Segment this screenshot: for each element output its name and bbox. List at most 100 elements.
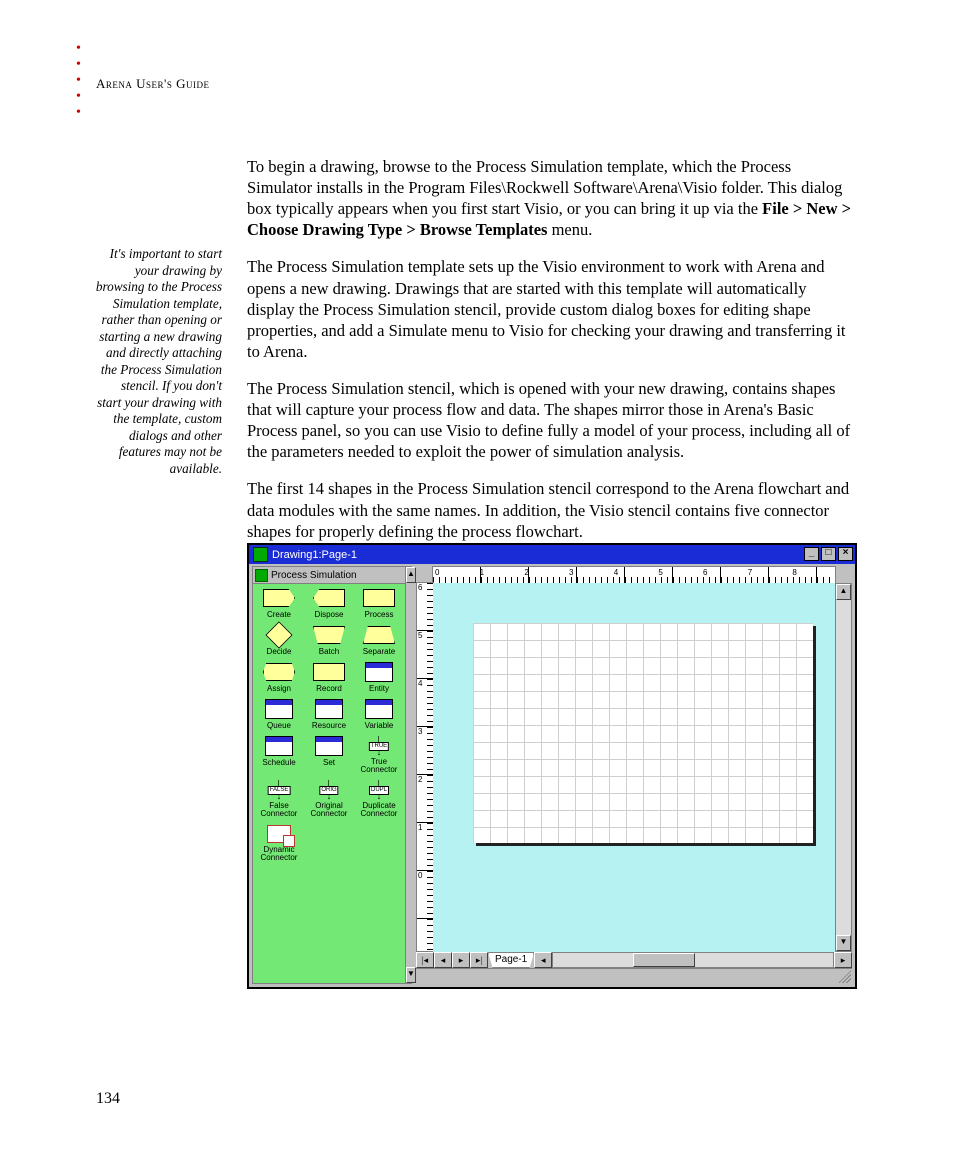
stencil-shape[interactable]: Process (354, 588, 404, 619)
horizontal-scrollbar[interactable] (552, 952, 834, 968)
scroll-up-button[interactable]: ▲ (836, 584, 851, 600)
stencil-scrollbar[interactable]: ▲ ▼ (405, 567, 416, 983)
ruler-tick-label: 2 (418, 775, 422, 823)
shape-label: DuplicateConnector (354, 802, 404, 818)
stencil-shape[interactable]: Dispose (304, 588, 354, 619)
shape-label: Batch (304, 647, 354, 656)
ruler-tick-label: 4 (612, 568, 657, 577)
shape-label: OriginalConnector (304, 802, 354, 818)
next-page-button[interactable]: ▸ (452, 952, 470, 968)
stencil-panel: Process Simulation CreateDisposeProcess D… (252, 566, 412, 984)
shape-label: Variable (354, 721, 404, 730)
shape-icon (263, 736, 295, 756)
stencil-shape[interactable]: Batch (304, 625, 354, 656)
margin-note: It's important to start your drawing by … (94, 246, 222, 477)
drawing-page[interactable] (473, 623, 813, 843)
shape-icon (263, 699, 295, 719)
shape-icon (363, 588, 395, 608)
prev-page-button[interactable]: ◂ (434, 952, 452, 968)
page-navigation-row: |◂ ◂ ▸ ▸| Page-1 ◂ ▸ (416, 952, 852, 968)
first-page-button[interactable]: |◂ (416, 952, 434, 968)
scroll-up-button[interactable]: ▲ (406, 567, 416, 583)
scroll-left-button[interactable]: ◂ (534, 952, 552, 968)
status-bar (416, 968, 852, 984)
stencil-shape[interactable]: Resource (304, 699, 354, 730)
shape-icon (313, 625, 345, 645)
shape-icon (363, 699, 395, 719)
shape-icon (263, 625, 295, 645)
window-title: Drawing1:Page-1 (272, 549, 357, 561)
ruler-tick-label: 4 (418, 679, 422, 727)
shape-icon: │ORIG↓ (313, 780, 345, 800)
stencil-shape[interactable]: Schedule (254, 736, 304, 774)
ruler-tick-label: 1 (478, 568, 523, 577)
shape-icon (263, 662, 295, 682)
stencil-shape[interactable]: │ORIG↓ OriginalConnector (304, 780, 354, 818)
shape-icon (313, 699, 345, 719)
shape-label: Separate (354, 647, 404, 656)
scroll-right-button[interactable]: ▸ (834, 952, 852, 968)
shape-label: Queue (254, 721, 304, 730)
running-head: Arena User's Guide (96, 76, 210, 92)
scroll-thumb[interactable] (633, 953, 695, 967)
maximize-button[interactable]: □ (821, 547, 836, 561)
stencil-shape[interactable]: DynamicConnector (254, 824, 304, 862)
stencil-shape[interactable]: Record (304, 662, 354, 693)
stencil-shape[interactable]: Assign (254, 662, 304, 693)
stencil-shape[interactable]: Separate (354, 625, 404, 656)
ruler-tick-label: 6 (701, 568, 746, 577)
window-client-area: Process Simulation CreateDisposeProcess D… (252, 566, 852, 984)
window-titlebar[interactable]: Drawing1:Page-1 _ □ × (249, 545, 855, 564)
shape-icon (263, 588, 295, 608)
stencil-title-text: Process Simulation (271, 570, 357, 581)
stencil-titlebar[interactable]: Process Simulation (253, 567, 405, 584)
shape-label: Schedule (254, 758, 304, 767)
vertical-scrollbar[interactable]: ▲ ▼ (835, 583, 852, 952)
shape-label: FalseConnector (254, 802, 304, 818)
drawing-area: 012345678 6543210 ▲ ▼ |◂ ◂ ▸ ▸| Page-1 ◂ (416, 566, 852, 984)
stencil-shape[interactable]: Queue (254, 699, 304, 730)
canvas-viewport[interactable] (433, 583, 836, 952)
shape-label: Create (254, 610, 304, 619)
shape-icon (313, 662, 345, 682)
close-button[interactable]: × (838, 547, 853, 561)
stencil-shape[interactable]: Variable (354, 699, 404, 730)
body-text: To begin a drawing, browse to the Proces… (247, 156, 857, 558)
last-page-button[interactable]: ▸| (470, 952, 488, 968)
scroll-down-button[interactable]: ▼ (406, 967, 416, 983)
paragraph-2: The Process Simulation template sets up … (247, 256, 857, 362)
ruler-tick-label: 3 (418, 727, 422, 775)
shape-icon (363, 662, 395, 682)
shape-label: Record (304, 684, 354, 693)
shape-label: Dispose (304, 610, 354, 619)
horizontal-ruler[interactable]: 012345678 (432, 566, 836, 584)
resize-grip-icon[interactable] (838, 970, 851, 983)
stencil-body: CreateDisposeProcess DecideBatchSeparate A… (253, 584, 405, 983)
minimize-button[interactable]: _ (804, 547, 819, 561)
stencil-shape[interactable]: │TRUE↓TrueConnector (354, 736, 404, 774)
shape-icon: │TRUE↓ (363, 736, 395, 756)
scroll-down-button[interactable]: ▼ (836, 935, 851, 951)
p1-text-c: menu. (547, 220, 592, 239)
shape-icon: │FALSE↓ (263, 780, 295, 800)
ruler-tick-label: 2 (522, 568, 567, 577)
page-tab[interactable]: Page-1 (488, 952, 534, 968)
ruler-tick-label: 5 (418, 631, 422, 679)
p1-text-a: To begin a drawing, browse to the Proces… (247, 157, 842, 218)
ruler-tick-label: 0 (418, 871, 422, 919)
stencil-shape[interactable]: Entity (354, 662, 404, 693)
margin-bullets: ••••• (76, 42, 81, 122)
stencil-shape[interactable]: │DUPL↓DuplicateConnector (354, 780, 404, 818)
vertical-ruler[interactable]: 6543210 (416, 582, 434, 952)
ruler-tick-label: 1 (418, 823, 422, 871)
ruler-tick-label: 8 (790, 568, 835, 577)
stencil-shape[interactable]: Set (304, 736, 354, 774)
shape-label: Assign (254, 684, 304, 693)
shape-icon (363, 625, 395, 645)
shape-icon (313, 736, 345, 756)
stencil-shape[interactable]: Create (254, 588, 304, 619)
shape-label: Resource (304, 721, 354, 730)
stencil-shape[interactable]: │FALSE↓ FalseConnector (254, 780, 304, 818)
stencil-shape[interactable]: Decide (254, 625, 304, 656)
shape-label: Set (304, 758, 354, 767)
